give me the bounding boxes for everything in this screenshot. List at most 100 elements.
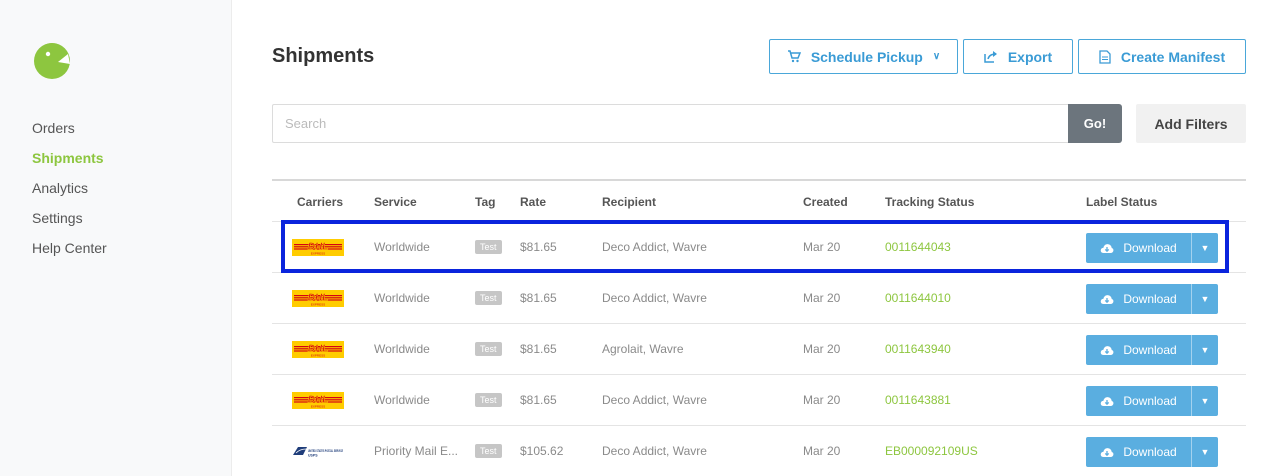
caret-down-icon[interactable]: ▼ [1192,386,1218,416]
sidebar-item-settings[interactable]: Settings [32,203,107,233]
download-button[interactable]: Download [1086,386,1191,416]
dhl-logo-icon: DHLEXPRESS [292,289,344,307]
main-content: Shipments Schedule Pickup ∨ Export Creat… [272,0,1246,476]
dhl-logo-icon: DHLEXPRESS [292,238,344,256]
caret-down-icon[interactable]: ▼ [1192,335,1218,365]
button-divider [1191,386,1192,416]
tracking-number-link[interactable]: 0011643940 [885,324,1075,374]
cloud-download-icon [1101,345,1114,355]
service-cell: Worldwide [374,342,430,356]
recipient-cell: Deco Addict, Wavre [602,291,707,305]
tag-badge: Test [475,444,502,458]
download-button[interactable]: Download [1086,233,1191,263]
sidebar-item-analytics[interactable]: Analytics [32,173,107,203]
download-label: Download [1123,394,1177,408]
download-button[interactable]: Download [1086,437,1191,467]
download-label-button[interactable]: Download ▼ [1086,284,1218,314]
caret-down-icon[interactable]: ▼ [1192,233,1218,263]
rate-cell: $81.65 [520,393,557,407]
tracking-number-link[interactable]: 0011644010 [885,273,1075,323]
carrier-cell: DHL EXPRESS [292,375,364,425]
sidebar-item-shipments[interactable]: Shipments [32,143,107,173]
carrier-name: USPS [308,454,318,458]
download-label-button[interactable]: Download ▼ [1086,335,1218,365]
caret-down-icon[interactable]: ▼ [1192,284,1218,314]
button-divider [1191,335,1192,365]
schedule-pickup-button[interactable]: Schedule Pickup ∨ [769,39,958,74]
carrier-cell: DHL EXPRESS [292,273,364,323]
page-title: Shipments [272,45,375,67]
export-icon [984,51,997,63]
download-button[interactable]: Download [1086,335,1191,365]
caret-down-icon[interactable]: ▼ [1192,437,1218,467]
download-button[interactable]: Download [1086,284,1191,314]
download-label: Download [1123,292,1177,306]
button-divider [1191,284,1192,314]
beaver-logo-icon[interactable] [30,38,74,80]
tag-cell: Test [475,222,515,272]
recipient-cell: Deco Addict, Wavre [602,240,707,254]
dhl-logo-icon: DHLEXPRESS [292,340,344,358]
column-header-rate: Rate [520,195,547,209]
export-label: Export [1007,48,1053,65]
tracking-number-link[interactable]: 0011643881 [885,375,1075,425]
column-header-carriers: Carriers [297,195,344,209]
service-cell: Worldwide [374,393,430,407]
sidebar-item-orders[interactable]: Orders [32,113,107,143]
download-label-button[interactable]: Download ▼ [1086,386,1218,416]
export-button[interactable]: Export [963,39,1073,74]
carrier-subtext: EXPRESS [311,302,325,306]
create-manifest-label: Create Manifest [1120,48,1226,65]
tracking-number-link[interactable]: 0011644043 [885,222,1075,272]
created-cell: Mar 20 [803,240,841,254]
sidebar-nav: Orders Shipments Analytics Settings Help… [32,113,107,263]
table-row[interactable]: DHL EXPRESS Worldwide Test $81.65 Agrolai… [272,323,1246,374]
table-row[interactable]: UNITED STATES POSTAL SERVICE USPS Priorit… [272,425,1246,476]
column-header-recipient: Recipient [602,195,657,209]
cloud-download-icon [1101,294,1114,304]
tag-cell: Test [475,273,515,323]
column-header-created: Created [803,195,848,209]
sidebar-item-help-center[interactable]: Help Center [32,233,107,263]
document-icon [1099,49,1111,64]
carrier-subtext: UNITED STATES POSTAL SERVICE [308,449,343,453]
carrier-subtext: EXPRESS [311,404,325,408]
carrier-cell: DHL EXPRESS [292,222,364,272]
download-label-button[interactable]: Download ▼ [1086,437,1218,467]
carrier-subtext: EXPRESS [311,353,325,357]
table-row[interactable]: DHL EXPRESS Worldwide Test $81.65 Deco Ad… [272,221,1246,272]
cart-icon [787,50,801,63]
tag-badge: Test [475,291,502,305]
usps-logo-icon: UNITED STATES POSTAL SERVICEUSPS [293,447,343,458]
recipient-cell: Agrolait, Wavre [602,342,684,356]
column-header-label-status: Label Status [1086,195,1158,209]
schedule-pickup-label: Schedule Pickup [810,48,923,65]
rate-cell: $81.65 [520,240,557,254]
column-header-tag: Tag [475,195,496,209]
table-row[interactable]: DHL EXPRESS Worldwide Test $81.65 Deco Ad… [272,374,1246,425]
button-divider [1191,437,1192,467]
go-button[interactable]: Go! [1068,104,1122,143]
service-cell: Worldwide [374,240,430,254]
table-divider [272,179,1246,181]
search-input[interactable] [272,104,1068,143]
cloud-download-icon [1101,447,1114,457]
dhl-logo-icon: DHLEXPRESS [292,391,344,409]
service-cell: Priority Mail E... [374,444,459,458]
service-cell: Worldwide [374,291,430,305]
rate-cell: $105.62 [520,444,564,458]
created-cell: Mar 20 [803,393,841,407]
carrier-cell: UNITED STATES POSTAL SERVICE USPS [292,426,364,476]
download-label-button[interactable]: Download ▼ [1086,233,1218,263]
tracking-number-link[interactable]: EB000092109US [885,426,1075,476]
create-manifest-button[interactable]: Create Manifest [1078,39,1246,74]
recipient-cell: Deco Addict, Wavre [602,444,707,458]
carrier-cell: DHL EXPRESS [292,324,364,374]
cloud-download-icon [1101,396,1114,406]
recipient-cell: Deco Addict, Wavre [602,393,707,407]
chevron-down-icon: ∨ [932,51,941,62]
add-filters-button[interactable]: Add Filters [1136,104,1246,143]
table-row[interactable]: DHL EXPRESS Worldwide Test $81.65 Deco Ad… [272,272,1246,323]
carrier-subtext: EXPRESS [311,251,325,255]
rate-cell: $81.65 [520,342,557,356]
